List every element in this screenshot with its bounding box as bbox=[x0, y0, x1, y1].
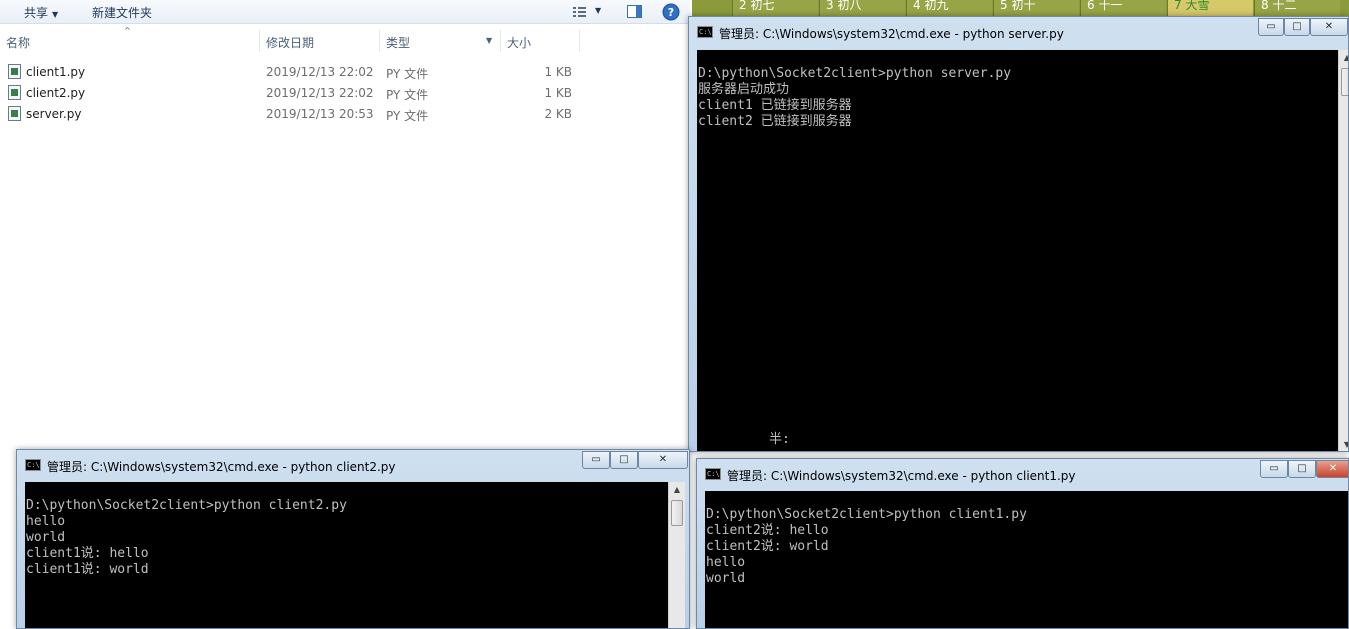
file-date: 2019/12/13 20:53 bbox=[266, 107, 374, 121]
close-icon[interactable]: ✕ bbox=[1316, 460, 1348, 478]
python-file-icon bbox=[8, 64, 21, 79]
file-date: 2019/12/13 22:02 bbox=[266, 86, 374, 100]
vertical-scrollbar[interactable]: ▲ bbox=[668, 482, 685, 628]
help-icon[interactable]: ? bbox=[662, 3, 680, 21]
scroll-up-icon[interactable]: ▲ bbox=[669, 482, 685, 498]
cmd-icon: C:\ bbox=[705, 468, 721, 480]
calendar-day-highlight[interactable]: 7 大雪 bbox=[1167, 0, 1253, 16]
ime-status: 半: bbox=[769, 432, 790, 447]
file-size: 1 KB bbox=[544, 86, 572, 100]
column-header-type[interactable]: 类型 bbox=[386, 34, 410, 51]
calendar-day[interactable]: 2 初七 bbox=[732, 0, 818, 16]
python-file-icon bbox=[8, 85, 21, 100]
file-type: PY 文件 bbox=[386, 88, 429, 102]
file-row[interactable]: server.py 2019/12/13 20:53 PY 文件 2 KB bbox=[0, 103, 690, 124]
calendar-day[interactable]: 4 初九 bbox=[906, 0, 992, 16]
title-bar[interactable]: C:\ 管理员: C:\Windows\system32\cmd.exe - p… bbox=[697, 459, 1348, 489]
python-file-icon bbox=[8, 106, 21, 121]
maximize-icon[interactable]: □ bbox=[1284, 18, 1310, 36]
console-line: client1说: hello bbox=[26, 546, 149, 561]
cmd-icon: C:\ bbox=[697, 26, 713, 38]
file-type: PY 文件 bbox=[386, 67, 429, 81]
column-header-row: 名称 ^ 修改日期 类型 ▼ 大小 bbox=[0, 26, 690, 54]
window-title: 管理员: C:\Windows\system32\cmd.exe - pytho… bbox=[719, 27, 1064, 41]
console-output[interactable]: D:\python\Socket2client>python server.py… bbox=[697, 50, 1338, 451]
minimize-icon[interactable]: ▭ bbox=[1260, 460, 1288, 478]
calendar-day[interactable]: 6 十一 bbox=[1080, 0, 1166, 16]
vertical-scrollbar[interactable]: ▲ ▼ bbox=[1338, 50, 1348, 451]
minimize-icon[interactable]: ▭ bbox=[1258, 18, 1284, 36]
console-output[interactable]: D:\python\Socket2client>python client1.p… bbox=[705, 491, 1348, 628]
console-line: client1 已链接到服务器 bbox=[698, 98, 852, 113]
calendar-day[interactable]: 8 十二 bbox=[1254, 0, 1340, 16]
file-size: 1 KB bbox=[544, 65, 572, 79]
file-name: client2.py bbox=[26, 86, 86, 100]
file-row[interactable]: client1.py 2019/12/13 22:02 PY 文件 1 KB bbox=[0, 61, 690, 82]
view-options-icon[interactable] bbox=[571, 3, 589, 21]
scroll-up-icon[interactable]: ▲ bbox=[1339, 50, 1348, 66]
window-title: 管理员: C:\Windows\system32\cmd.exe - pytho… bbox=[47, 460, 396, 474]
column-header-name[interactable]: 名称 bbox=[6, 34, 30, 51]
client2-cmd-window[interactable]: C:\ 管理员: C:\Windows\system32\cmd.exe - p… bbox=[16, 449, 690, 629]
console-line: client2 已链接到服务器 bbox=[698, 114, 852, 129]
console-output[interactable]: D:\python\Socket2client>python client2.p… bbox=[25, 482, 668, 628]
server-cmd-window[interactable]: C:\ 管理员: C:\Windows\system32\cmd.exe - p… bbox=[688, 16, 1349, 452]
calendar-day[interactable]: 3 初八 bbox=[819, 0, 905, 16]
sort-arrow-icon: ^ bbox=[124, 26, 131, 35]
file-size: 2 KB bbox=[544, 107, 572, 121]
console-line: client1说: world bbox=[26, 562, 149, 577]
title-bar[interactable]: C:\ 管理员: C:\Windows\system32\cmd.exe - p… bbox=[689, 17, 1348, 47]
file-row[interactable]: client2.py 2019/12/13 22:02 PY 文件 1 KB bbox=[0, 82, 690, 103]
console-line: D:\python\Socket2client>python client2.p… bbox=[26, 498, 347, 513]
maximize-icon[interactable]: □ bbox=[1288, 460, 1316, 478]
console-line: 服务器启动成功 bbox=[698, 82, 790, 97]
console-line: hello bbox=[706, 555, 746, 570]
view-menu-chevron-icon[interactable]: ▼ bbox=[595, 6, 613, 24]
column-header-date[interactable]: 修改日期 bbox=[266, 34, 314, 51]
type-filter-chevron-icon[interactable]: ▼ bbox=[486, 36, 492, 45]
new-folder-label: 新建文件夹 bbox=[92, 6, 153, 20]
file-name: client1.py bbox=[26, 65, 86, 79]
console-line: world bbox=[26, 530, 66, 545]
column-header-size[interactable]: 大小 bbox=[507, 34, 531, 51]
console-line: hello bbox=[26, 514, 66, 529]
file-type: PY 文件 bbox=[386, 109, 429, 123]
cmd-icon: C:\ bbox=[25, 459, 41, 471]
close-icon[interactable]: ✕ bbox=[1310, 18, 1348, 36]
share-button[interactable]: 共享 ▼ bbox=[24, 4, 58, 21]
scroll-thumb[interactable] bbox=[1341, 68, 1348, 96]
new-folder-button[interactable]: 新建文件夹 bbox=[92, 4, 152, 21]
client1-cmd-window[interactable]: C:\ 管理员: C:\Windows\system32\cmd.exe - p… bbox=[696, 458, 1349, 629]
window-title: 管理员: C:\Windows\system32\cmd.exe - pytho… bbox=[727, 469, 1076, 483]
svg-text:?: ? bbox=[668, 6, 674, 19]
file-date: 2019/12/13 22:02 bbox=[266, 65, 374, 79]
chevron-down-icon: ▼ bbox=[52, 10, 59, 19]
console-line: client2说: world bbox=[706, 539, 829, 554]
maximize-icon[interactable]: □ bbox=[610, 451, 638, 469]
console-line: D:\python\Socket2client>python server.py bbox=[698, 66, 1012, 81]
explorer-toolbar: 共享 ▼ 新建文件夹 ▼ ? bbox=[0, 0, 690, 24]
console-line: client2说: hello bbox=[706, 523, 829, 538]
calendar-day[interactable]: 5 初十 bbox=[993, 0, 1079, 16]
scroll-thumb[interactable] bbox=[671, 500, 683, 526]
calendar-strip: 2 初七 3 初八 4 初九 5 初十 6 十一 7 大雪 8 十二 bbox=[692, 0, 1349, 16]
preview-pane-icon[interactable] bbox=[626, 3, 644, 21]
scroll-down-icon[interactable]: ▼ bbox=[1339, 437, 1348, 451]
console-line: world bbox=[706, 571, 746, 586]
minimize-icon[interactable]: ▭ bbox=[582, 451, 610, 469]
file-name: server.py bbox=[26, 107, 82, 121]
share-label: 共享 bbox=[24, 6, 49, 20]
console-line: D:\python\Socket2client>python client1.p… bbox=[706, 507, 1027, 522]
close-icon[interactable]: ✕ bbox=[638, 451, 688, 469]
